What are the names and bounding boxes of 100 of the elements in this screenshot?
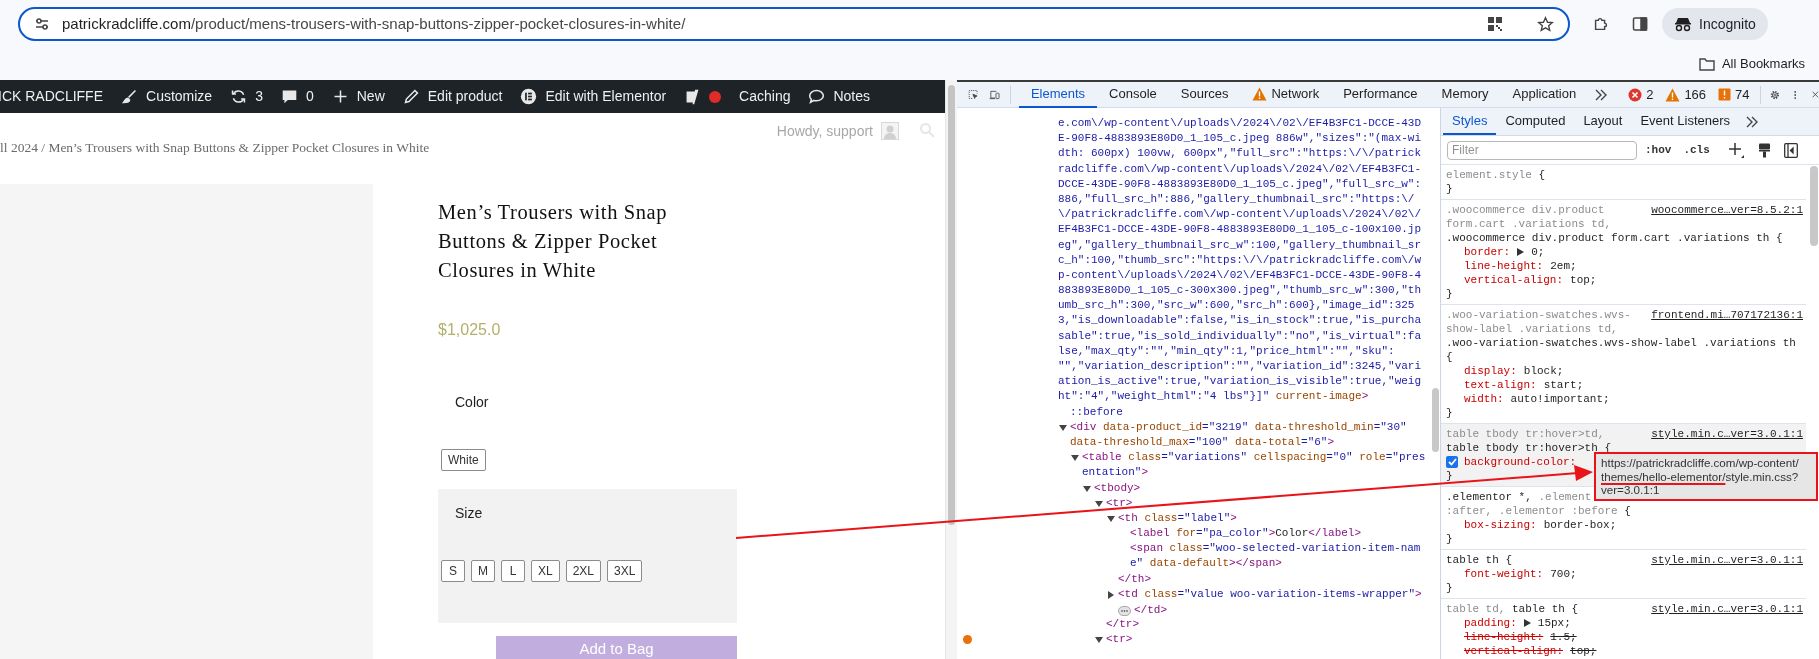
expand-triangle-icon[interactable] — [1107, 590, 1115, 599]
styles-tab[interactable]: Computed — [1496, 108, 1575, 135]
closing-brace: } — [1446, 288, 1453, 300]
admin-bar-link[interactable]: Caching — [739, 86, 791, 107]
chevron-double-icon[interactable] — [1745, 115, 1760, 128]
site-info-icon[interactable] — [34, 16, 50, 32]
swatch-option[interactable]: M — [471, 560, 495, 582]
tooltip-text: https://patrickradcliffe.com/wp-content/ themes/hello-elementor/style.min.css? ver=3.0.1:1 — [1601, 456, 1800, 497]
expand-triangle-icon[interactable] — [1517, 248, 1525, 256]
code-line: EF4B3FC1-DCCE-43DE-90F8-4883893E80D0_1_105_c-100x100.jp — [1058, 223, 1422, 236]
checkbox[interactable] — [1446, 456, 1458, 468]
closing-brace: } — [1446, 533, 1453, 545]
extensions-icon[interactable] — [1592, 15, 1610, 33]
selector-text: table tbody tr:hover>td, — [1446, 427, 1605, 441]
plus-icon[interactable] — [1727, 142, 1744, 158]
star-icon[interactable] — [1537, 15, 1554, 33]
source-link[interactable]: style.min.c…ver=3.0.1:1 — [1651, 553, 1803, 567]
count-badge[interactable]: 2 — [1646, 84, 1654, 105]
code-line: p-content\/uploads\/2024\/02\/EF4B3FC1-DCCE-43DE-90F8-4 — [1058, 268, 1422, 281]
expand-triangle-icon[interactable] — [1083, 484, 1091, 493]
swatch-option[interactable]: L — [501, 560, 525, 582]
devtools-tab[interactable]: Sources — [1168, 81, 1241, 108]
code-line: <span class="woo-selected-variation-item-nam — [1130, 542, 1421, 555]
close-icon[interactable] — [1812, 89, 1819, 100]
code-line: data-threshold_max="100" data-total="6"> — [1070, 435, 1335, 448]
ellipsis-button[interactable] — [1118, 606, 1131, 616]
expand-triangle-icon[interactable] — [1107, 514, 1115, 523]
qr-code-icon[interactable] — [1487, 16, 1503, 32]
admin-bar-link[interactable]: New — [356, 86, 385, 107]
property-name: text-align: — [1464, 378, 1537, 392]
code-line: e" data-default></span> — [1130, 557, 1282, 570]
attribute-label: Size — [454, 504, 484, 522]
code-line: dth: 600px) 100vw, 600px","full_src":"https:\/\/patrick — [1058, 147, 1422, 160]
expand-triangle-icon[interactable] — [1523, 619, 1531, 627]
filter-field[interactable]: Filter — [1447, 140, 1637, 160]
devtools-tab[interactable]: Network — [1240, 81, 1332, 108]
swatch-option[interactable]: 2XL — [565, 560, 602, 582]
selector-text: .woocommerce div.product — [1446, 203, 1605, 217]
cls-button[interactable]: .cls — [1683, 141, 1710, 159]
swatch-option[interactable]: XL — [531, 560, 560, 582]
bookmarks-folder[interactable]: All Bookmarks — [1721, 54, 1805, 74]
devtools-tab[interactable]: Performance — [1331, 81, 1430, 108]
expand-triangle-icon[interactable] — [1059, 423, 1067, 432]
styles-tab[interactable]: Layout — [1574, 108, 1632, 135]
swatch-option[interactable]: 3XL — [607, 560, 643, 582]
sidebar-toggle-icon[interactable] — [1783, 142, 1798, 158]
devtools-tab[interactable]: Console — [1097, 81, 1169, 108]
address-bar[interactable]: patrickradcliffe.com/product/mens-trousers-with-snap-buttons-zipper-pocket-closures-in-white/ — [18, 7, 1570, 41]
paint-brush-icon[interactable] — [1757, 142, 1771, 158]
property-value: 15px; — [1537, 616, 1571, 630]
devtools-tab[interactable]: Application — [1500, 81, 1589, 108]
admin-bar-link[interactable]: 0 — [305, 86, 314, 107]
source-link[interactable]: style.min.c…ver=3.0.1:1 — [1651, 602, 1803, 616]
expand-triangle-icon[interactable] — [1095, 636, 1103, 645]
selector-text: element.style { — [1446, 168, 1546, 182]
chevron-double-icon[interactable] — [1594, 88, 1609, 101]
code-line: E-90F8-4883893E80D0_1_105_c.jpeg 886w","sizes":"(max-wi — [1058, 132, 1422, 145]
devtools-tab[interactable]: Memory — [1429, 81, 1501, 108]
incognito-badge[interactable]: Incognito — [1662, 8, 1768, 40]
selector-text: show-label .variations td, — [1446, 322, 1618, 336]
count-badge[interactable]: 74 — [1735, 84, 1750, 105]
issue-icon — [1718, 88, 1732, 101]
expand-triangle-icon[interactable] — [1071, 454, 1079, 463]
admin-bar-link[interactable]: Edit product — [427, 86, 503, 107]
closing-brace: } — [1446, 407, 1453, 419]
swatch-option[interactable]: S — [441, 560, 465, 582]
code-line: ::before — [1070, 405, 1123, 418]
styles-tab[interactable]: Styles — [1443, 108, 1497, 135]
side-panel-icon[interactable] — [1632, 16, 1648, 32]
admin-bar-link[interactable]: Notes — [833, 86, 871, 107]
selector-text: .elementor *, .element — [1446, 490, 1592, 504]
code-line: 3,"is_downloadable":false,"is_in_stock":true,"is_purcha — [1058, 314, 1422, 327]
admin-bar-link[interactable]: Edit with Elementor — [545, 86, 667, 107]
speech-bubble-icon — [808, 88, 826, 105]
code-line: "","variation_description":"","variation_id":3245,"vari — [1058, 360, 1422, 372]
closing-brace: } — [1446, 582, 1453, 594]
selector-text: .woocommerce div.product form.cart .variations th { — [1446, 231, 1783, 245]
product-title: Men’s Trousers with Snap Buttons & Zipper Pocket Closures in White — [438, 200, 669, 283]
admin-bar-link[interactable]: 3 — [255, 86, 263, 107]
selector-text: .woo-variation-swatches.wvs-show-label .variations th — [1446, 336, 1796, 350]
hov-button[interactable]: :hov — [1645, 141, 1672, 159]
expand-triangle-icon[interactable] — [1095, 499, 1103, 508]
source-link[interactable]: frontend.mi…707172136:1 — [1651, 308, 1803, 322]
admin-bar-link[interactable]: ICK RADCLIFFE — [0, 86, 103, 107]
styles-tab[interactable]: Event Listeners — [1631, 108, 1740, 135]
source-link[interactable]: woocommerce…ver=8.5.2:1 — [1651, 203, 1803, 217]
folder-icon — [1698, 57, 1715, 71]
scrollbar — [1432, 388, 1439, 452]
code-line: <label for="pa_color">Color</label> — [1130, 527, 1362, 540]
swatch-option[interactable]: White — [441, 449, 486, 471]
property-value: 2em; — [1550, 259, 1577, 273]
count-badge[interactable]: 166 — [1684, 84, 1707, 105]
code-line: \/patrickradcliffe.com\/wp-content\/uploads\/2024\/02\/ — [1058, 208, 1422, 221]
admin-bar-link[interactable]: Customize — [146, 86, 213, 107]
selector-text: table td, table th { — [1446, 602, 1579, 616]
source-link[interactable]: style.min.c…ver=3.0.1:1 — [1651, 427, 1803, 441]
code-line: sable":true,"is_sold_individually":"no","is_virtual":fa — [1058, 329, 1422, 342]
property-value: 0; — [1531, 245, 1545, 259]
code-line: e.com\/wp-content\/uploads\/2024\/02\/EF4B3FC1-DCCE-43D — [1058, 117, 1422, 129]
avatar-icon — [881, 122, 899, 140]
